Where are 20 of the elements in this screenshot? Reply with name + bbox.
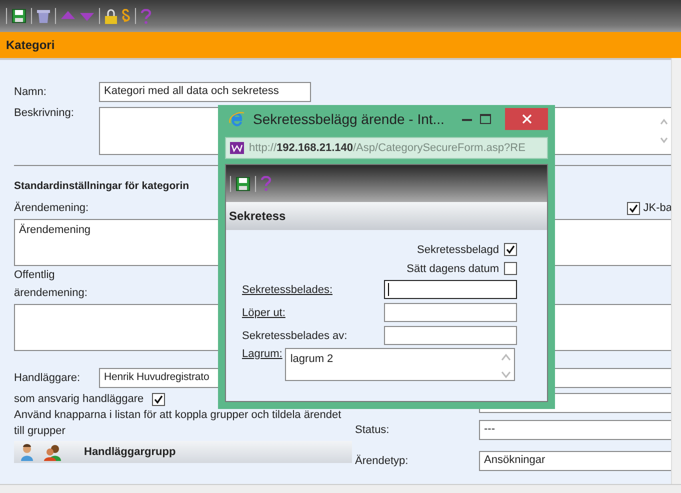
panel-title: Sekretess [229, 209, 286, 223]
field-label: Ärendemening: [14, 202, 89, 214]
field-label: Handläggare: [14, 372, 82, 384]
field-label: Offentlig [14, 268, 55, 283]
checkbox-label: JK-ba [643, 202, 672, 214]
url-text: http://192.168.21.140/Asp/CategorySecureForm.asp?RE [249, 142, 526, 154]
field-label: Beskrivning: [14, 107, 75, 119]
checkbox-label: som ansvarig handläggare [14, 393, 144, 405]
section-title: Standardinställningar för kategorin [14, 180, 190, 194]
window-title: Sekretessbelägg ärende - Int... [253, 110, 446, 126]
field-label: Status: [355, 424, 390, 436]
checkbox-label: Sekretessbelagd [417, 244, 499, 256]
header-title: Kategori [6, 38, 55, 52]
checkbox-label: Sätt dagens datum [406, 262, 499, 274]
field-label: ärendemening: [14, 286, 88, 301]
column-header: Handläggargrupp [84, 446, 176, 458]
field-label: Sekretessbelades av: [242, 330, 348, 342]
instruction-text: Använd knapparna i listan för att koppla grupper och tildela ärendet till grupper [14, 408, 342, 439]
field-label: Ärendetyp: [355, 454, 408, 466]
field-label: Namn: [14, 86, 48, 98]
